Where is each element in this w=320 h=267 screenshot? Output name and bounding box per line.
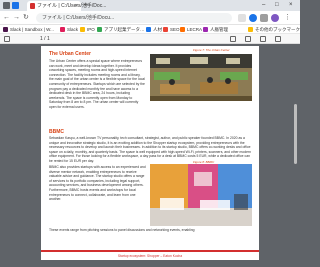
bookmark-item[interactable]: 人脈管理 (203, 26, 228, 33)
urban-center-photo (150, 54, 252, 101)
tab-search-icon[interactable] (12, 2, 19, 9)
pdf-viewer[interactable]: The Urban Center Figure 7: The Urban Cen… (0, 44, 300, 267)
footer-rule (41, 250, 259, 252)
bookmark-item[interactable]: LECRA (180, 26, 202, 33)
section-heading: The Urban Center (49, 51, 91, 57)
bookmark-label: LECRA (187, 26, 203, 32)
bookmark-item[interactable]: Slack | Sandbox | W... (3, 26, 54, 33)
bookmark-icon (203, 27, 208, 32)
pdf-toolbar: 1 / 1 (0, 34, 300, 44)
bookmark-icon (163, 27, 168, 32)
address-bar[interactable]: ファイル | C:/Users/池手/Docu... (36, 13, 232, 23)
bookmark-item[interactable]: Slack (60, 26, 78, 33)
bookmark-icon (60, 27, 65, 32)
bookmark-label: Slack (67, 26, 79, 32)
bookmark-label: SEO (170, 26, 180, 32)
bookmark-item[interactable]: IPO (80, 26, 95, 33)
bookmark-label: IPO (87, 26, 95, 32)
pdf-page: The Urban Center Figure 7: The Urban Cen… (41, 46, 259, 260)
more-menu-icon[interactable]: ⋮ (284, 13, 291, 23)
rotate-icon[interactable] (230, 36, 236, 42)
section-heading: BBMC (49, 129, 64, 135)
toolbar: ← → ↻ ファイル | C:/Users/池手/Docu... ⋮ (0, 11, 300, 25)
section-body: The Urban Center offers a special space … (49, 59, 145, 109)
back-icon[interactable]: ← (3, 13, 10, 23)
bookmark-icon (3, 27, 8, 32)
bookmark-item[interactable]: その他のブックマーク (248, 26, 300, 33)
bookmark-item[interactable]: SEO (163, 26, 180, 33)
section-body: BBMC also provides startups with access … (49, 165, 146, 202)
extension-icon[interactable] (249, 14, 257, 22)
reload-icon[interactable]: ↻ (23, 13, 29, 23)
tab-strip: ファイル | C:/Users/池手/Doc... × + – □ × (0, 0, 300, 11)
close-window-icon[interactable]: × (289, 1, 293, 10)
bookmark-label: Slack | Sandbox | W... (10, 26, 54, 32)
section-body: These events range from pitching session… (49, 228, 195, 232)
forward-icon[interactable]: → (13, 13, 20, 23)
new-tab-button[interactable]: + (84, 1, 88, 10)
address-text: ファイル | C:/Users/池手/Docu... (42, 15, 115, 21)
bookmark-icon (146, 27, 151, 32)
window-menu-icon[interactable] (3, 2, 10, 9)
pdf-file-icon (30, 3, 35, 9)
bookmark-icon (97, 27, 102, 32)
avatar[interactable] (271, 14, 279, 22)
maximize-icon[interactable]: □ (275, 1, 279, 10)
bookmark-item[interactable]: 人材 (146, 26, 162, 33)
bookmark-item[interactable]: アプリ起業データ… (97, 26, 145, 33)
bbmc-photo-art (150, 164, 252, 226)
bookmark-icon (80, 27, 85, 32)
bookmark-label: 人材 (153, 26, 162, 32)
bookmark-label: アプリ起業データ… (104, 26, 145, 32)
minimize-icon[interactable]: – (262, 1, 265, 10)
bookmark-label: 人脈管理 (210, 26, 228, 32)
folder-icon (248, 27, 253, 32)
bookmark-label: その他のブックマーク (255, 26, 300, 32)
urban-center-photo-art (150, 54, 252, 101)
footer-text: Startup ecosystem: Shopper – Eaton Kucha (117, 254, 183, 258)
more-options-icon[interactable] (275, 36, 281, 42)
bookmarks-bar: Slack | Sandbox | W... Slack IPO アプリ起業デー… (0, 25, 300, 34)
figure-caption: Figure 7: The Urban Center (193, 48, 230, 52)
bbmc-photo (150, 164, 252, 226)
sidebar-icon[interactable] (4, 36, 10, 42)
bookmark-icon (180, 27, 185, 32)
section-body: Sebastian Kaspu, a well-known TV persona… (49, 136, 252, 163)
tab-pdf[interactable]: ファイル | C:/Users/池手/Doc... × (27, 1, 106, 11)
puzzle-icon[interactable] (260, 14, 268, 22)
tab-title: ファイル | C:/Users/池手/Doc... (37, 3, 107, 9)
zoom-icon[interactable] (238, 14, 246, 22)
page-footer: Startup ecosystem: Shopper – Eaton Kucha (41, 248, 259, 260)
print-icon[interactable] (260, 36, 266, 42)
page-indicator: 1 / 1 (40, 36, 50, 42)
scrollbar-thumb[interactable] (294, 104, 297, 164)
download-icon[interactable] (245, 36, 251, 42)
close-tab-icon[interactable]: × (75, 3, 78, 9)
